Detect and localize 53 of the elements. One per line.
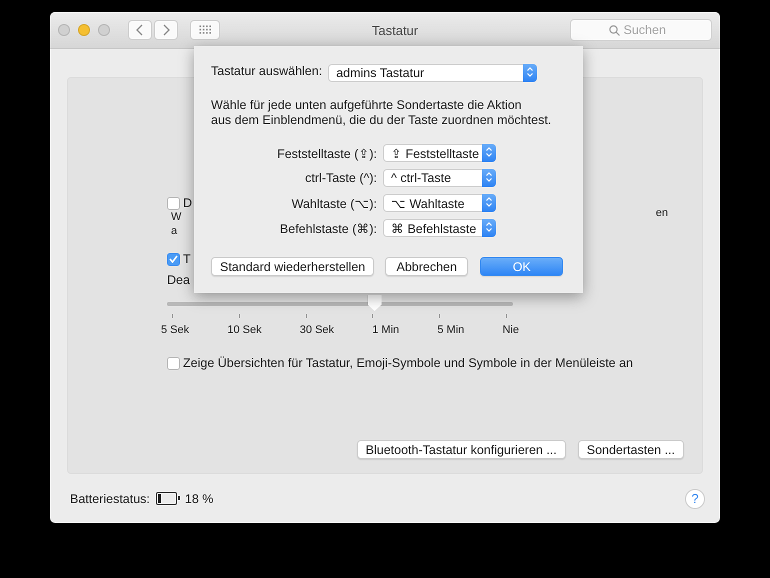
description-text: a — [171, 224, 178, 238]
forward-button[interactable] — [154, 20, 178, 40]
checkbox-label: T — [183, 252, 191, 266]
tick-label: 30 Sek — [300, 324, 334, 336]
slider-label: Dea — [167, 273, 190, 287]
stepper-icon — [482, 194, 496, 212]
checkbox[interactable] — [167, 196, 180, 210]
modifier-label: Befehlstaste (⌘): — [278, 220, 377, 236]
keyboard-popup[interactable]: admins Tastatur — [328, 64, 538, 82]
zoom-button[interactable] — [98, 24, 110, 36]
tick-label: Nie — [502, 324, 519, 336]
minimize-button[interactable] — [78, 24, 90, 36]
show-all-button[interactable] — [190, 20, 220, 40]
restore-defaults-button[interactable]: Standard wiederherstellen — [211, 257, 374, 276]
modifier-label: ctrl-Taste (^): — [304, 171, 377, 185]
back-icon — [136, 24, 144, 36]
modifier-label: Wahltaste (⌥): — [290, 196, 377, 210]
description-text: en — [656, 206, 668, 221]
description-text: W — [171, 210, 182, 224]
grid-icon — [198, 25, 212, 35]
modifier-label: Feststelltaste (⇪): — [276, 146, 377, 160]
tick-label: 5 Min — [437, 324, 464, 336]
search-input[interactable]: Suchen — [624, 23, 674, 37]
battery-reading: 18 % — [184, 492, 214, 506]
cancel-button[interactable]: Abbrechen — [385, 257, 468, 276]
tick-label: 1 Min — [372, 324, 400, 336]
modifier-popup[interactable]: ^ ctrl-Taste — [383, 169, 496, 187]
forward-icon — [162, 24, 170, 36]
description-text: Wähle für jede unten aufgeführte Sondertaste die Aktion aus dem Einblendmenü, die du der Taste zuordnen möchtest. — [211, 98, 552, 128]
checkbox-label: D — [183, 196, 192, 210]
search-icon — [608, 24, 620, 36]
close-button[interactable] — [58, 24, 70, 36]
tick-label: 10 Sek — [227, 324, 262, 336]
modifier-popup[interactable]: ⇪ Feststelltaste — [383, 144, 496, 162]
keyboard-label: Tastatur auswählen: — [211, 64, 322, 78]
back-button[interactable] — [128, 20, 152, 40]
stepper-icon — [482, 219, 496, 237]
stepper-icon — [523, 64, 538, 82]
checkbox[interactable] — [167, 356, 180, 370]
tick-label: 5 Sek — [161, 324, 190, 336]
checkbox-label: Zeige Übersichten für Tastatur, Emoji-Symbole und Symbole in der Menüleiste an — [183, 356, 633, 370]
battery-label: Batteriestatus: — [70, 492, 150, 506]
stepper-icon — [482, 144, 496, 162]
search-field[interactable]: Suchen — [570, 19, 712, 41]
modifier-keys-button[interactable]: Sondertasten ... — [578, 440, 684, 459]
window-title: Tastatur — [370, 22, 420, 38]
modifier-popup[interactable]: ⌘ Befehlstaste — [383, 219, 496, 237]
bluetooth-button[interactable]: Bluetooth-Tastatur konfigurieren ... — [356, 440, 566, 459]
slider-thumb[interactable] — [368, 295, 382, 311]
stepper-icon — [482, 169, 496, 187]
checkbox[interactable] — [167, 252, 180, 266]
battery-icon — [156, 492, 177, 505]
modifier-popup[interactable]: ⌥ Wahltaste — [383, 194, 496, 212]
